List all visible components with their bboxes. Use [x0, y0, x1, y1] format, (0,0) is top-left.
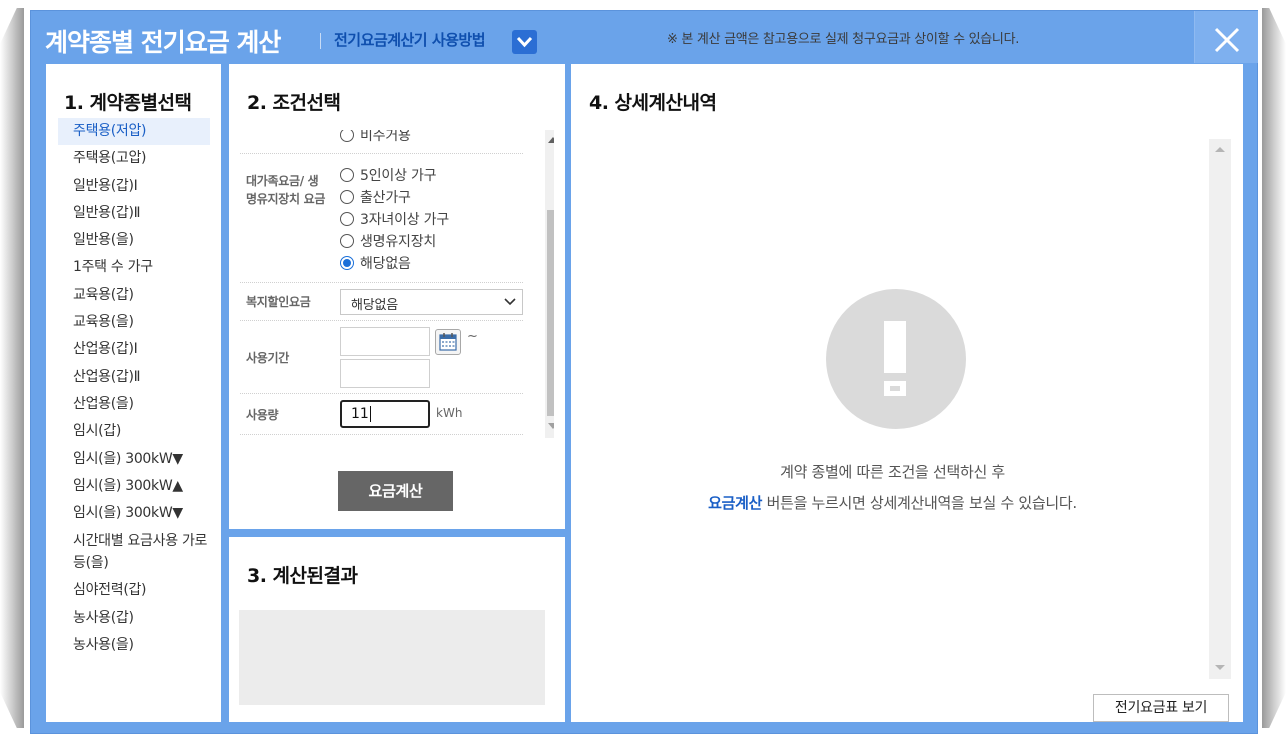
result-panel-title: 3. 계산된결과 [247, 565, 358, 587]
right-edge-shadow [1262, 8, 1286, 728]
radio-5plus[interactable]: 5인이상 가구 [340, 165, 437, 185]
family-discount-label: 대가족요금/ 생명유지장치 요금 [246, 174, 326, 206]
contract-item[interactable]: 심야전력(갑) [58, 577, 210, 604]
contract-item[interactable]: 임시(을) 300kW▼ [58, 500, 210, 527]
contract-item[interactable]: 임시(갑) [58, 418, 210, 445]
radio-circle [340, 130, 354, 142]
radio-circle-checked [340, 256, 354, 270]
period-label: 사용기간 [246, 351, 289, 365]
text-caret [369, 406, 371, 422]
conditions-scroll-area[interactable]: 비주거용 대가족요금/ 생명유지장치 요금 5인이상 가구 출산가구 3자녀이상… [240, 130, 554, 438]
contract-item[interactable]: 일반용(갑)Ⅰ [58, 173, 210, 200]
radio-circle [340, 234, 354, 248]
modal-title: 계약종별 전기요금 계산 [45, 28, 281, 57]
radio-circle [340, 190, 354, 204]
empty-message-line1: 계약 종별에 따른 조건을 선택하신 후 [780, 463, 1005, 481]
result-panel: 3. 계산된결과 [229, 537, 565, 722]
radio-circle [340, 168, 354, 182]
period-row: 사용기간 ~ [240, 321, 523, 394]
chevron-down-icon [504, 298, 516, 306]
contract-item[interactable]: 임시(을) 300kW▼ [58, 446, 210, 473]
calc-link-text: 요금계산 [708, 494, 763, 512]
radio-label: 5인이상 가구 [360, 168, 437, 184]
calculate-button[interactable]: 요금계산 [338, 471, 453, 511]
usage-input[interactable]: 11 [340, 400, 430, 428]
detail-panel-title: 4. 상세계산내역 [589, 92, 717, 114]
contract-item[interactable]: 산업용(갑)Ⅱ [58, 364, 210, 391]
contract-item[interactable]: 교육용(갑) [58, 282, 210, 309]
usage-unit: kWh [436, 406, 463, 420]
usage-value: 11 [351, 406, 369, 422]
contract-item[interactable]: 임시(을) 300kW▲ [58, 473, 210, 500]
calculator-modal: 계약종별 전기요금 계산 전기요금계산기 사용방법 ※ 본 계산 금액은 참고용… [30, 10, 1258, 734]
contract-item[interactable]: 교육용(을) [58, 309, 210, 336]
radio-circle [340, 212, 354, 226]
conditions-panel-title: 2. 조건선택 [247, 92, 341, 114]
left-edge-shadow [0, 8, 24, 728]
contract-item[interactable]: 주택용(고압) [58, 145, 210, 172]
conditions-scroll-thumb[interactable] [547, 210, 554, 416]
welfare-row: 복지할인요금 해당없음 [240, 283, 523, 321]
warning-icon [826, 289, 966, 429]
howto-link[interactable]: 전기요금계산기 사용방법 [334, 29, 486, 50]
period-start-input[interactable] [340, 327, 430, 356]
close-button[interactable] [1194, 11, 1258, 63]
contract-type-list: 주택용(저압) 주택용(고압) 일반용(갑)Ⅰ 일반용(갑)Ⅱ 일반용(을) 1… [58, 118, 210, 659]
howto-toggle-button[interactable] [512, 30, 537, 54]
radio-none[interactable]: 해당없음 [340, 253, 411, 273]
scroll-up-arrow-icon[interactable] [1215, 147, 1225, 152]
detail-scrollbar[interactable] [1209, 139, 1231, 679]
scroll-down-arrow-icon[interactable] [1215, 665, 1225, 670]
scroll-down-arrow-icon[interactable] [548, 423, 554, 429]
welfare-select[interactable]: 해당없음 [340, 289, 523, 315]
scroll-up-arrow-icon[interactable] [548, 137, 554, 143]
family-discount-row: 대가족요금/ 생명유지장치 요금 5인이상 가구 출산가구 3자녀이상 가구 생… [240, 154, 523, 283]
view-rate-table-button[interactable]: 전기요금표 보기 [1093, 694, 1229, 722]
period-end-input[interactable] [340, 359, 430, 388]
chevron-down-icon [516, 36, 533, 48]
welfare-label: 복지할인요금 [246, 295, 311, 309]
radio-label: 생명유지장치 [360, 234, 437, 250]
notice-text: ※ 본 계산 금액은 참고용으로 실제 청구요금과 상이할 수 있습니다. [667, 32, 1020, 47]
contract-item[interactable]: 주택용(저압) [58, 118, 210, 146]
radio-life-support[interactable]: 생명유지장치 [340, 231, 436, 251]
radio-partial[interactable]: 비주거용 [340, 130, 411, 145]
radio-birth[interactable]: 출산가구 [340, 187, 411, 207]
title-separator [320, 33, 321, 49]
close-icon [1214, 27, 1240, 53]
contract-item[interactable]: 산업용(을) [58, 391, 210, 418]
calendar-button[interactable] [435, 329, 461, 355]
warning-dot [884, 381, 906, 396]
contract-item[interactable]: 농사용(을) [58, 632, 210, 659]
contract-item[interactable]: 농사용(갑) [58, 605, 210, 632]
contract-item[interactable]: 1주택 수 가구 [58, 254, 210, 281]
welfare-select-value: 해당없음 [351, 298, 399, 313]
residence-type-row: 비주거용 [240, 130, 523, 154]
period-separator: ~ [467, 329, 478, 344]
radio-label: 3자녀이상 가구 [360, 212, 450, 228]
radio-label: 출산가구 [360, 190, 411, 206]
usage-label: 사용량 [246, 408, 279, 422]
result-box [239, 610, 545, 705]
warning-bar [884, 321, 906, 373]
detail-panel: 4. 상세계산내역 계약 종별에 따른 조건을 선택하신 후 요금계산 버튼을 … [571, 64, 1243, 722]
title-bar: 계약종별 전기요금 계산 전기요금계산기 사용방법 ※ 본 계산 금액은 참고용… [31, 11, 1259, 63]
usage-row: 사용량 11 kWh [240, 394, 523, 435]
conditions-panel: 2. 조건선택 비주거용 대가족요금/ 생명유지장치 요금 5인이상 가구 출산… [229, 64, 565, 529]
empty-message-rest: 버튼을 누르시면 상세계산내역을 보실 수 있습니다. [766, 494, 1078, 512]
calendar-icon [439, 333, 457, 351]
contract-item[interactable]: 시간대별 요금사용 가로등(을) [58, 527, 210, 577]
radio-label: 해당없음 [360, 256, 411, 272]
contract-item[interactable]: 일반용(갑)Ⅱ [58, 200, 210, 227]
contract-type-panel: 1. 계약종별선택 주택용(저압) 주택용(고압) 일반용(갑)Ⅰ 일반용(갑)… [46, 64, 221, 722]
empty-message-line2: 요금계산 버튼을 누르시면 상세계산내역을 보실 수 있습니다. [571, 492, 1214, 513]
contract-panel-title: 1. 계약종별선택 [64, 92, 192, 114]
radio-3children[interactable]: 3자녀이상 가구 [340, 209, 449, 229]
contract-item[interactable]: 일반용(을) [58, 227, 210, 254]
radio-label: 비주거용 [360, 130, 411, 144]
contract-item[interactable]: 산업용(갑)Ⅰ [58, 336, 210, 363]
